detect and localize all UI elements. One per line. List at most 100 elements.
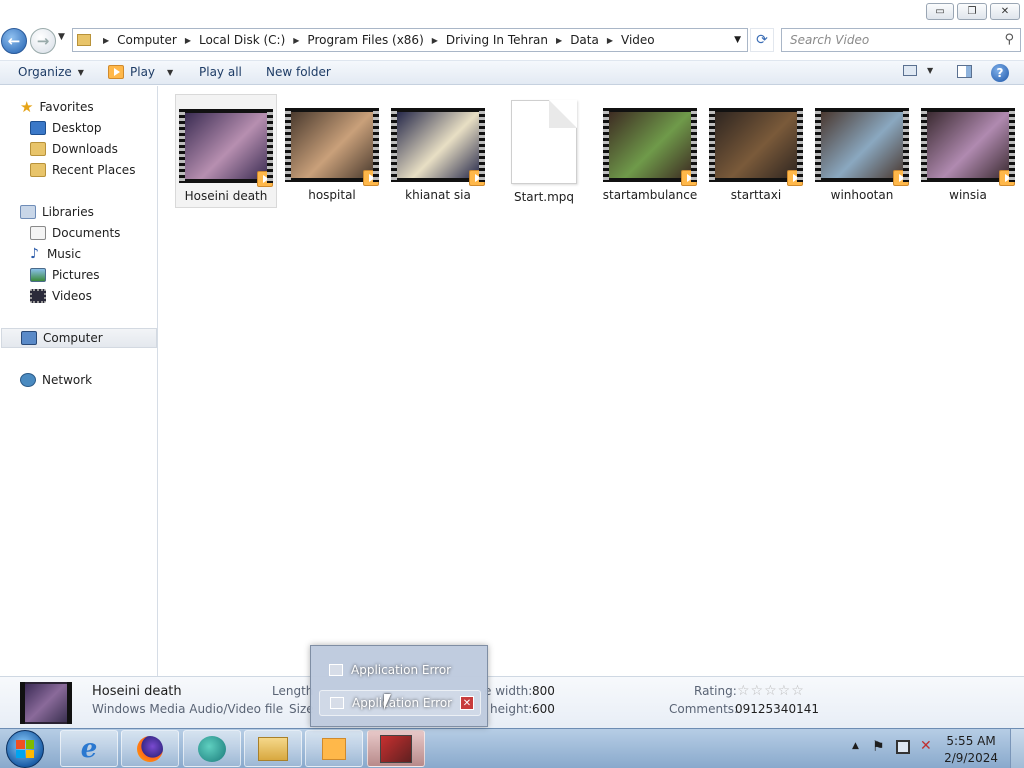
taskbar-media-player[interactable] [305, 730, 363, 767]
rating-stars[interactable]: ☆☆☆☆☆ [737, 683, 805, 699]
internet-explorer-icon: e [80, 733, 98, 764]
refresh-icon: ⟳ [756, 32, 768, 48]
sidebar-item-videos[interactable]: Videos [30, 286, 92, 306]
thumbnail-image-2 [397, 112, 479, 178]
sidebar-item-favorites[interactable]: ★ Favorites [20, 97, 94, 117]
breadcrumb-separator[interactable]: ▶ [607, 36, 613, 45]
breadcrumb-local-disk[interactable]: Local Disk (C:) [199, 33, 285, 47]
detail-comments-label: Comments: [669, 702, 739, 716]
close-icon[interactable]: ✕ [460, 696, 474, 710]
show-hidden-icons-button[interactable]: ▲ [852, 741, 859, 751]
downloads-folder-icon [30, 142, 46, 156]
sidebar-item-label: Pictures [52, 268, 100, 282]
address-dropdown-icon[interactable]: ▼ [734, 35, 741, 45]
address-bar[interactable]: ▶ Computer ▶ Local Disk (C:) ▶ Program F… [72, 28, 748, 52]
breadcrumb-video[interactable]: Video [621, 33, 655, 47]
video-badge-icon [681, 170, 697, 186]
breadcrumb-separator[interactable]: ▶ [293, 36, 299, 45]
breadcrumb-computer[interactable]: Computer [117, 33, 177, 47]
detail-comments-value[interactable]: 09125340141 [735, 702, 819, 716]
back-button[interactable]: ← [1, 28, 27, 54]
file-item[interactable]: Start.mpq [493, 94, 595, 208]
breadcrumb-program-files[interactable]: Program Files (x86) [307, 33, 423, 47]
taskbar-app[interactable] [183, 730, 241, 767]
sidebar-item-documents[interactable]: Documents [30, 223, 120, 243]
video-thumbnail [709, 108, 803, 186]
sidebar-item-libraries[interactable]: Libraries [20, 202, 94, 222]
taskbar-firefox[interactable] [121, 730, 179, 767]
sidebar-item-network[interactable]: Network [20, 370, 92, 390]
popup-item-application-error[interactable]: Application Error ✕ [319, 690, 481, 716]
taskbar-internet-explorer[interactable]: e [60, 730, 118, 767]
action-center-flag-icon[interactable]: ⚑ [872, 739, 885, 755]
recent-places-icon [30, 163, 46, 177]
video-thumbnail [921, 108, 1015, 186]
breadcrumb-separator[interactable]: ▶ [185, 36, 191, 45]
breadcrumb-separator[interactable]: ▶ [103, 36, 109, 45]
recent-pages-dropdown[interactable]: ▼ [58, 32, 65, 42]
chat-bubble-icon [198, 735, 226, 762]
blank-file-icon [511, 100, 577, 184]
file-item[interactable]: starttaxi [705, 94, 807, 208]
help-button[interactable]: ? [991, 64, 1009, 82]
file-item[interactable]: khianat sia [387, 94, 489, 208]
network-tray-icon[interactable] [896, 740, 910, 754]
taskbar-windows-explorer[interactable] [244, 730, 302, 767]
popup-item-label: Application Error [352, 696, 453, 710]
file-item[interactable]: hospital [281, 94, 383, 208]
file-name: startambulance [602, 188, 698, 202]
file-name: Start.mpq [513, 190, 575, 204]
start-button[interactable] [6, 730, 44, 768]
sidebar-item-label: Favorites [39, 100, 94, 114]
video-thumbnail [815, 108, 909, 186]
file-name: winsia [949, 188, 987, 202]
taskbar-driving-in-tehran[interactable] [367, 730, 425, 767]
play-all-button[interactable]: Play all [199, 65, 242, 79]
selected-thumbnail-image [25, 684, 67, 722]
change-view-button[interactable]: ▼ [903, 65, 933, 76]
refresh-button[interactable]: ⟳ [750, 28, 774, 52]
forward-button[interactable]: → [30, 28, 56, 54]
sidebar-item-downloads[interactable]: Downloads [30, 139, 118, 159]
sidebar-item-label: Documents [52, 226, 121, 240]
sidebar-item-label: Videos [52, 289, 92, 303]
video-thumbnail [179, 109, 273, 187]
organize-menu[interactable]: Organize ▼ [18, 65, 84, 79]
minimize-button[interactable]: ▭ [926, 3, 954, 20]
firefox-icon [137, 735, 163, 762]
sidebar-item-computer[interactable]: Computer [1, 328, 157, 348]
file-item[interactable]: startambulance [599, 94, 701, 208]
sidebar-item-pictures[interactable]: Pictures [30, 265, 100, 285]
sidebar-item-recent-places[interactable]: Recent Places [30, 160, 135, 180]
preview-pane-button[interactable] [957, 65, 972, 78]
sidebar-item-music[interactable]: ♪ Music [30, 244, 81, 264]
breadcrumb-separator[interactable]: ▶ [556, 36, 562, 45]
detail-height-value[interactable]: 600 [532, 702, 555, 716]
play-button[interactable]: Play ▼ [108, 65, 173, 79]
close-button[interactable]: ✕ [990, 3, 1020, 20]
preview-pane-icon [957, 65, 972, 78]
volume-muted-icon[interactable]: ✕ [920, 738, 932, 754]
new-folder-button[interactable]: New folder [266, 65, 331, 79]
play-label: Play [130, 65, 156, 79]
breadcrumb-separator[interactable]: ▶ [432, 36, 438, 45]
taskbar: e ▲ ⚑ ✕ 5:55 AM 2/9/2024 [0, 728, 1024, 768]
breadcrumb-driving-in-tehran[interactable]: Driving In Tehran [446, 33, 548, 47]
game-icon [380, 734, 412, 763]
file-item[interactable]: winhootan [811, 94, 913, 208]
chevron-down-icon[interactable]: ▼ [167, 68, 173, 77]
file-item[interactable]: Hoseini death [175, 94, 277, 208]
desktop-icon [30, 121, 46, 135]
search-input[interactable]: Search Video ⚲ [781, 28, 1021, 52]
file-item[interactable]: winsia [917, 94, 1019, 208]
detail-width-value[interactable]: 800 [532, 684, 555, 698]
popup-item-application-error[interactable]: Application Error [319, 657, 481, 683]
show-desktop-button[interactable] [1010, 729, 1024, 768]
breadcrumb: ▶ Computer ▶ Local Disk (C:) ▶ Program F… [95, 33, 655, 47]
system-tray: ▲ ⚑ ✕ 5:55 AM 2/9/2024 [834, 729, 1024, 768]
breadcrumb-data[interactable]: Data [570, 33, 599, 47]
restore-button[interactable]: ❐ [957, 3, 987, 20]
sidebar-item-desktop[interactable]: Desktop [30, 118, 102, 138]
search-icon[interactable]: ⚲ [1004, 32, 1014, 47]
clock[interactable]: 5:55 AM 2/9/2024 [944, 733, 998, 767]
